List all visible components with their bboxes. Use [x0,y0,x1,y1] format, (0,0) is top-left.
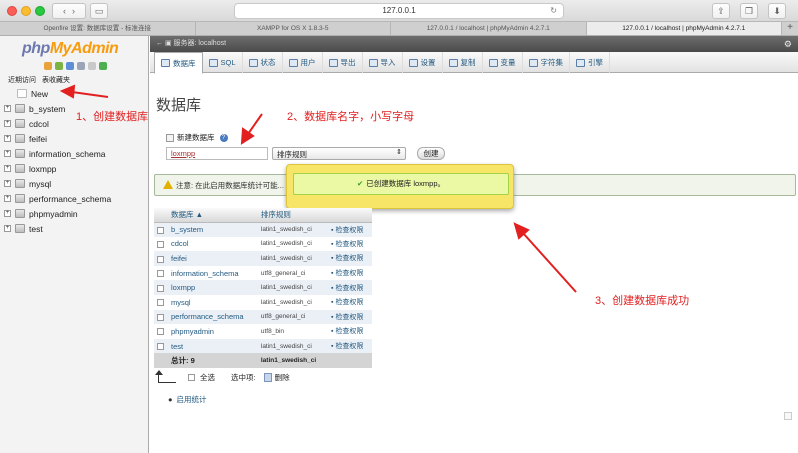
annotation-arrows [59,84,577,293]
arrowhead-step1 [59,84,76,99]
arrow-step1 [71,91,109,98]
arrowhead-step2 [240,127,255,145]
annotation-step1: 1、创建数据库 [76,111,149,123]
arrow-step3 [522,232,577,293]
annotation-step3: 3、创建数据库成功 [595,295,690,307]
arrow-step2 [247,113,263,135]
annotation-step2: 2、数据库名字，小写字母 [287,111,415,123]
